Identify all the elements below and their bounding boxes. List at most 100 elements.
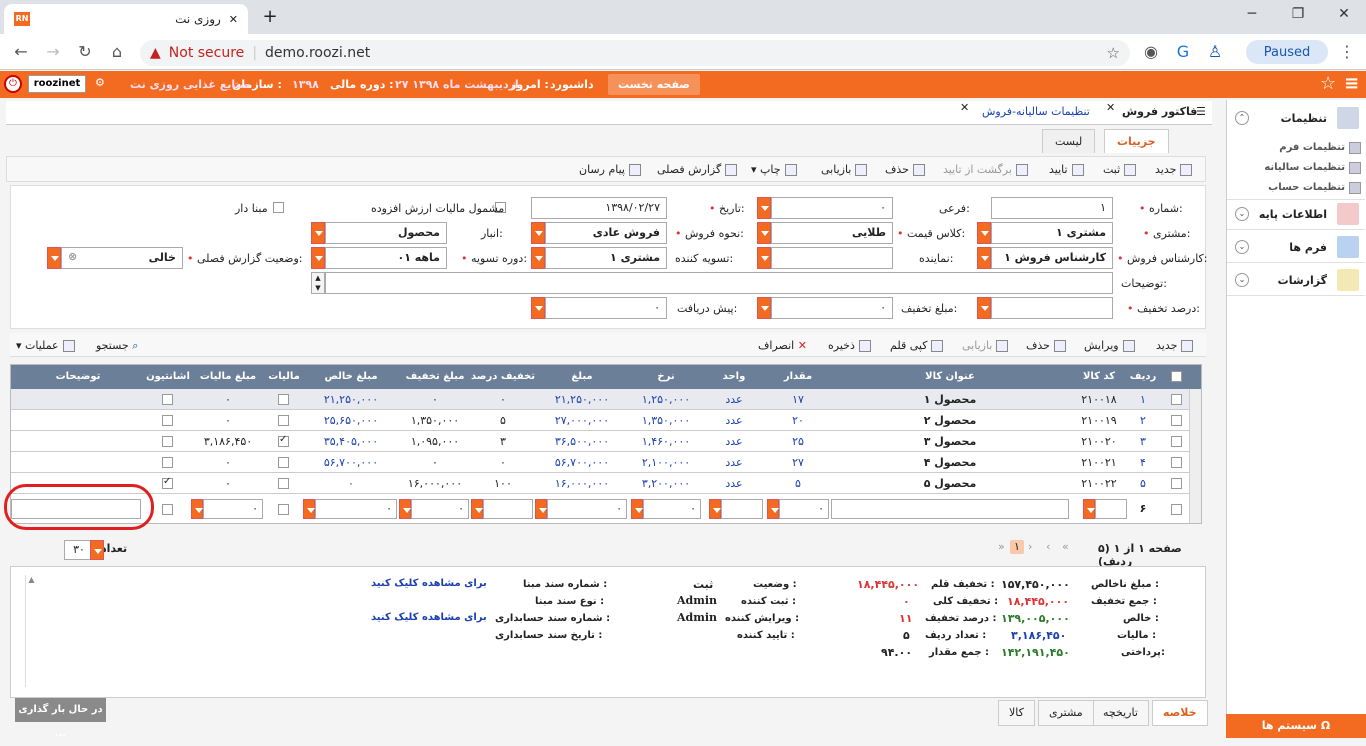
- grid-edit-button[interactable]: ویرایش: [1084, 339, 1135, 352]
- systems-button[interactable]: سیستم ها Ω: [1226, 714, 1366, 738]
- sidebar-item-forms[interactable]: فرم ها ⌄: [1227, 231, 1365, 263]
- tab-customer[interactable]: مشتری: [1038, 700, 1094, 726]
- column-header[interactable]: کد کالا: [1069, 371, 1129, 382]
- approve-button[interactable]: تایید: [1049, 163, 1084, 176]
- spinner-icon[interactable]: [191, 499, 203, 519]
- customer-field[interactable]: مشتری ۱: [991, 222, 1113, 244]
- current-page[interactable]: ۱: [1010, 540, 1024, 554]
- new-button[interactable]: جدید: [1155, 163, 1193, 176]
- column-header[interactable]: مالیات: [265, 371, 303, 382]
- period-dropdown[interactable]: [311, 247, 325, 269]
- table-row[interactable]: ۱ ۲۱۰۰۱۸ محصول ۱ ۱۷ عدد ۱,۲۵۰,۰۰۰ ۲۱,۲۵۰,۰۰۰ ۰ ۰…: [11, 389, 1201, 410]
- table-row[interactable]: ۵ ۲۱۰۰۲۲ محصول ۵ ۵ عدد ۳,۲۰۰,۰۰۰ ۱۶,۰۰۰,۰۰۰ ۱۰۰…: [11, 473, 1201, 494]
- new-tab-button[interactable]: +: [258, 6, 282, 28]
- tax-checkbox[interactable]: [278, 415, 289, 426]
- column-header[interactable]: اشانتیون: [145, 371, 191, 382]
- table-row[interactable]: ۲ ۲۱۰۰۱۹ محصول ۲ ۲۰ عدد ۱,۳۵۰,۰۰۰ ۲۷,۰۰۰,۰۰۰ ۵ ۱…: [11, 410, 1201, 431]
- expert-field[interactable]: کارشناس فروش ۱: [991, 247, 1113, 269]
- spinner-icon[interactable]: [709, 499, 721, 519]
- new-code-input[interactable]: [1095, 499, 1127, 519]
- prepay-field[interactable]: ۰: [545, 297, 667, 319]
- grid-new-button[interactable]: جدید: [1156, 339, 1194, 352]
- season-field[interactable]: خالی ⊗: [61, 247, 183, 269]
- power-icon[interactable]: ⏻: [4, 75, 22, 93]
- desc-field[interactable]: [325, 272, 1113, 294]
- tax-checkbox[interactable]: [278, 394, 289, 405]
- column-header[interactable]: تخفیف درصد: [471, 371, 535, 382]
- column-header[interactable]: عنوان کالا: [831, 371, 1069, 382]
- chevron-up-icon[interactable]: ⌃: [1235, 111, 1249, 125]
- search-button[interactable]: جستجو ⌕: [96, 339, 138, 353]
- home-icon[interactable]: ⌂: [106, 42, 128, 64]
- restore-button[interactable]: بازیابی: [821, 163, 868, 176]
- chevron-down-icon[interactable]: ⌄: [1235, 207, 1249, 221]
- mabna-checkbox[interactable]: [273, 202, 284, 213]
- prepay-dropdown[interactable]: [531, 297, 545, 319]
- rep-dropdown[interactable]: [757, 247, 771, 269]
- tab-goods[interactable]: کالا: [998, 700, 1035, 726]
- translate-icon[interactable]: G: [1172, 42, 1194, 64]
- new-unit-input[interactable]: [721, 499, 763, 519]
- tax-checkbox[interactable]: [278, 434, 289, 447]
- warehouse-dropdown[interactable]: [311, 222, 325, 244]
- back-icon[interactable]: ←: [10, 42, 32, 64]
- reload-icon[interactable]: ↻: [74, 42, 96, 64]
- paused-button[interactable]: Paused: [1246, 40, 1328, 64]
- spinner-icon[interactable]: [303, 499, 315, 519]
- browser-tab[interactable]: RN روزی نت ✕: [4, 4, 248, 34]
- close-tab-icon[interactable]: ✕: [960, 101, 969, 114]
- seasonal-report-button[interactable]: گزارش فصلی: [657, 163, 738, 176]
- messenger-button[interactable]: پیام رسان: [579, 163, 641, 176]
- new-rate-input[interactable]: ۰: [643, 499, 701, 519]
- gift-checkbox[interactable]: [162, 476, 173, 489]
- grid-restore-button[interactable]: بازیابی: [962, 339, 1009, 352]
- minimize-button[interactable]: ─: [1240, 6, 1264, 26]
- new-amount-input[interactable]: ۰: [547, 499, 627, 519]
- url-field[interactable]: ▲ Not secure | demo.roozi.net ☆: [140, 40, 1130, 66]
- spinner-icon[interactable]: [767, 499, 779, 519]
- close-tab-icon[interactable]: ✕: [1106, 101, 1115, 114]
- new-row-checkbox[interactable]: [1171, 504, 1182, 515]
- settler-field[interactable]: مشتری ۱: [545, 247, 667, 269]
- new-gift-checkbox[interactable]: [162, 504, 173, 515]
- close-tab-icon[interactable]: ✕: [229, 13, 238, 26]
- new-tax-checkbox[interactable]: [278, 504, 289, 515]
- settings-gear-icon[interactable]: ⚙: [95, 76, 105, 89]
- chevron-down-icon[interactable]: ⌄: [1235, 240, 1249, 254]
- spinner-icon[interactable]: [1083, 499, 1095, 519]
- register-button[interactable]: ثبت: [1103, 163, 1137, 176]
- menu-icon[interactable]: ⋮: [1336, 42, 1358, 64]
- copy-item-button[interactable]: کپی قلم: [890, 339, 944, 352]
- last-page-icon[interactable]: »: [998, 540, 1005, 553]
- row-checkbox[interactable]: [1171, 478, 1182, 489]
- column-header[interactable]: ردیف: [1129, 371, 1157, 382]
- grid-delete-button[interactable]: حذف: [1026, 339, 1066, 352]
- star-icon[interactable]: ☆: [1107, 44, 1120, 62]
- star-favorite-icon[interactable]: ☆: [1320, 73, 1336, 94]
- unapprove-button[interactable]: برگشت از تایید: [943, 163, 1028, 176]
- prev-page-icon[interactable]: «: [1062, 540, 1069, 553]
- sidebar-item-settings[interactable]: تنظیمات ⌃ تنظیمات فرم تنظیمات سالیانه تن…: [1227, 102, 1365, 200]
- maximize-button[interactable]: ❐: [1286, 6, 1310, 26]
- tax-checkbox[interactable]: [278, 457, 289, 468]
- dashboard-tab[interactable]: داشبورد: [550, 78, 594, 91]
- customer-dropdown[interactable]: [977, 222, 991, 244]
- page-size-dropdown[interactable]: [90, 540, 104, 560]
- sale-type-field[interactable]: فروش عادی: [545, 222, 667, 244]
- delete-button[interactable]: حذف: [885, 163, 925, 176]
- tax-checkbox[interactable]: [278, 478, 289, 489]
- new-taxamt-input[interactable]: ۰: [203, 499, 263, 519]
- save-button[interactable]: ذخیره: [828, 339, 871, 352]
- column-header[interactable]: مبلغ مالیات: [191, 371, 265, 382]
- desc-spinner-icon[interactable]: ▲ ▼: [311, 272, 325, 294]
- new-net-input[interactable]: ۰: [315, 499, 397, 519]
- home-tab[interactable]: صفحه نخست: [608, 74, 700, 95]
- column-header[interactable]: مبلغ تخفیف: [399, 371, 471, 382]
- sidebar-sub-account-settings[interactable]: تنظیمات حساب: [1268, 182, 1361, 194]
- discount-amt-field[interactable]: ۰: [771, 297, 893, 319]
- date-field[interactable]: ۱۳۹۸/۰۲/۲۷: [531, 197, 667, 219]
- column-header[interactable]: مبلغ: [535, 371, 629, 382]
- sub-field[interactable]: ۰: [771, 197, 893, 219]
- sidebar-item-base-info[interactable]: اطلاعات پایه ⌄: [1227, 198, 1365, 230]
- grid-scrollbar[interactable]: [1189, 389, 1201, 523]
